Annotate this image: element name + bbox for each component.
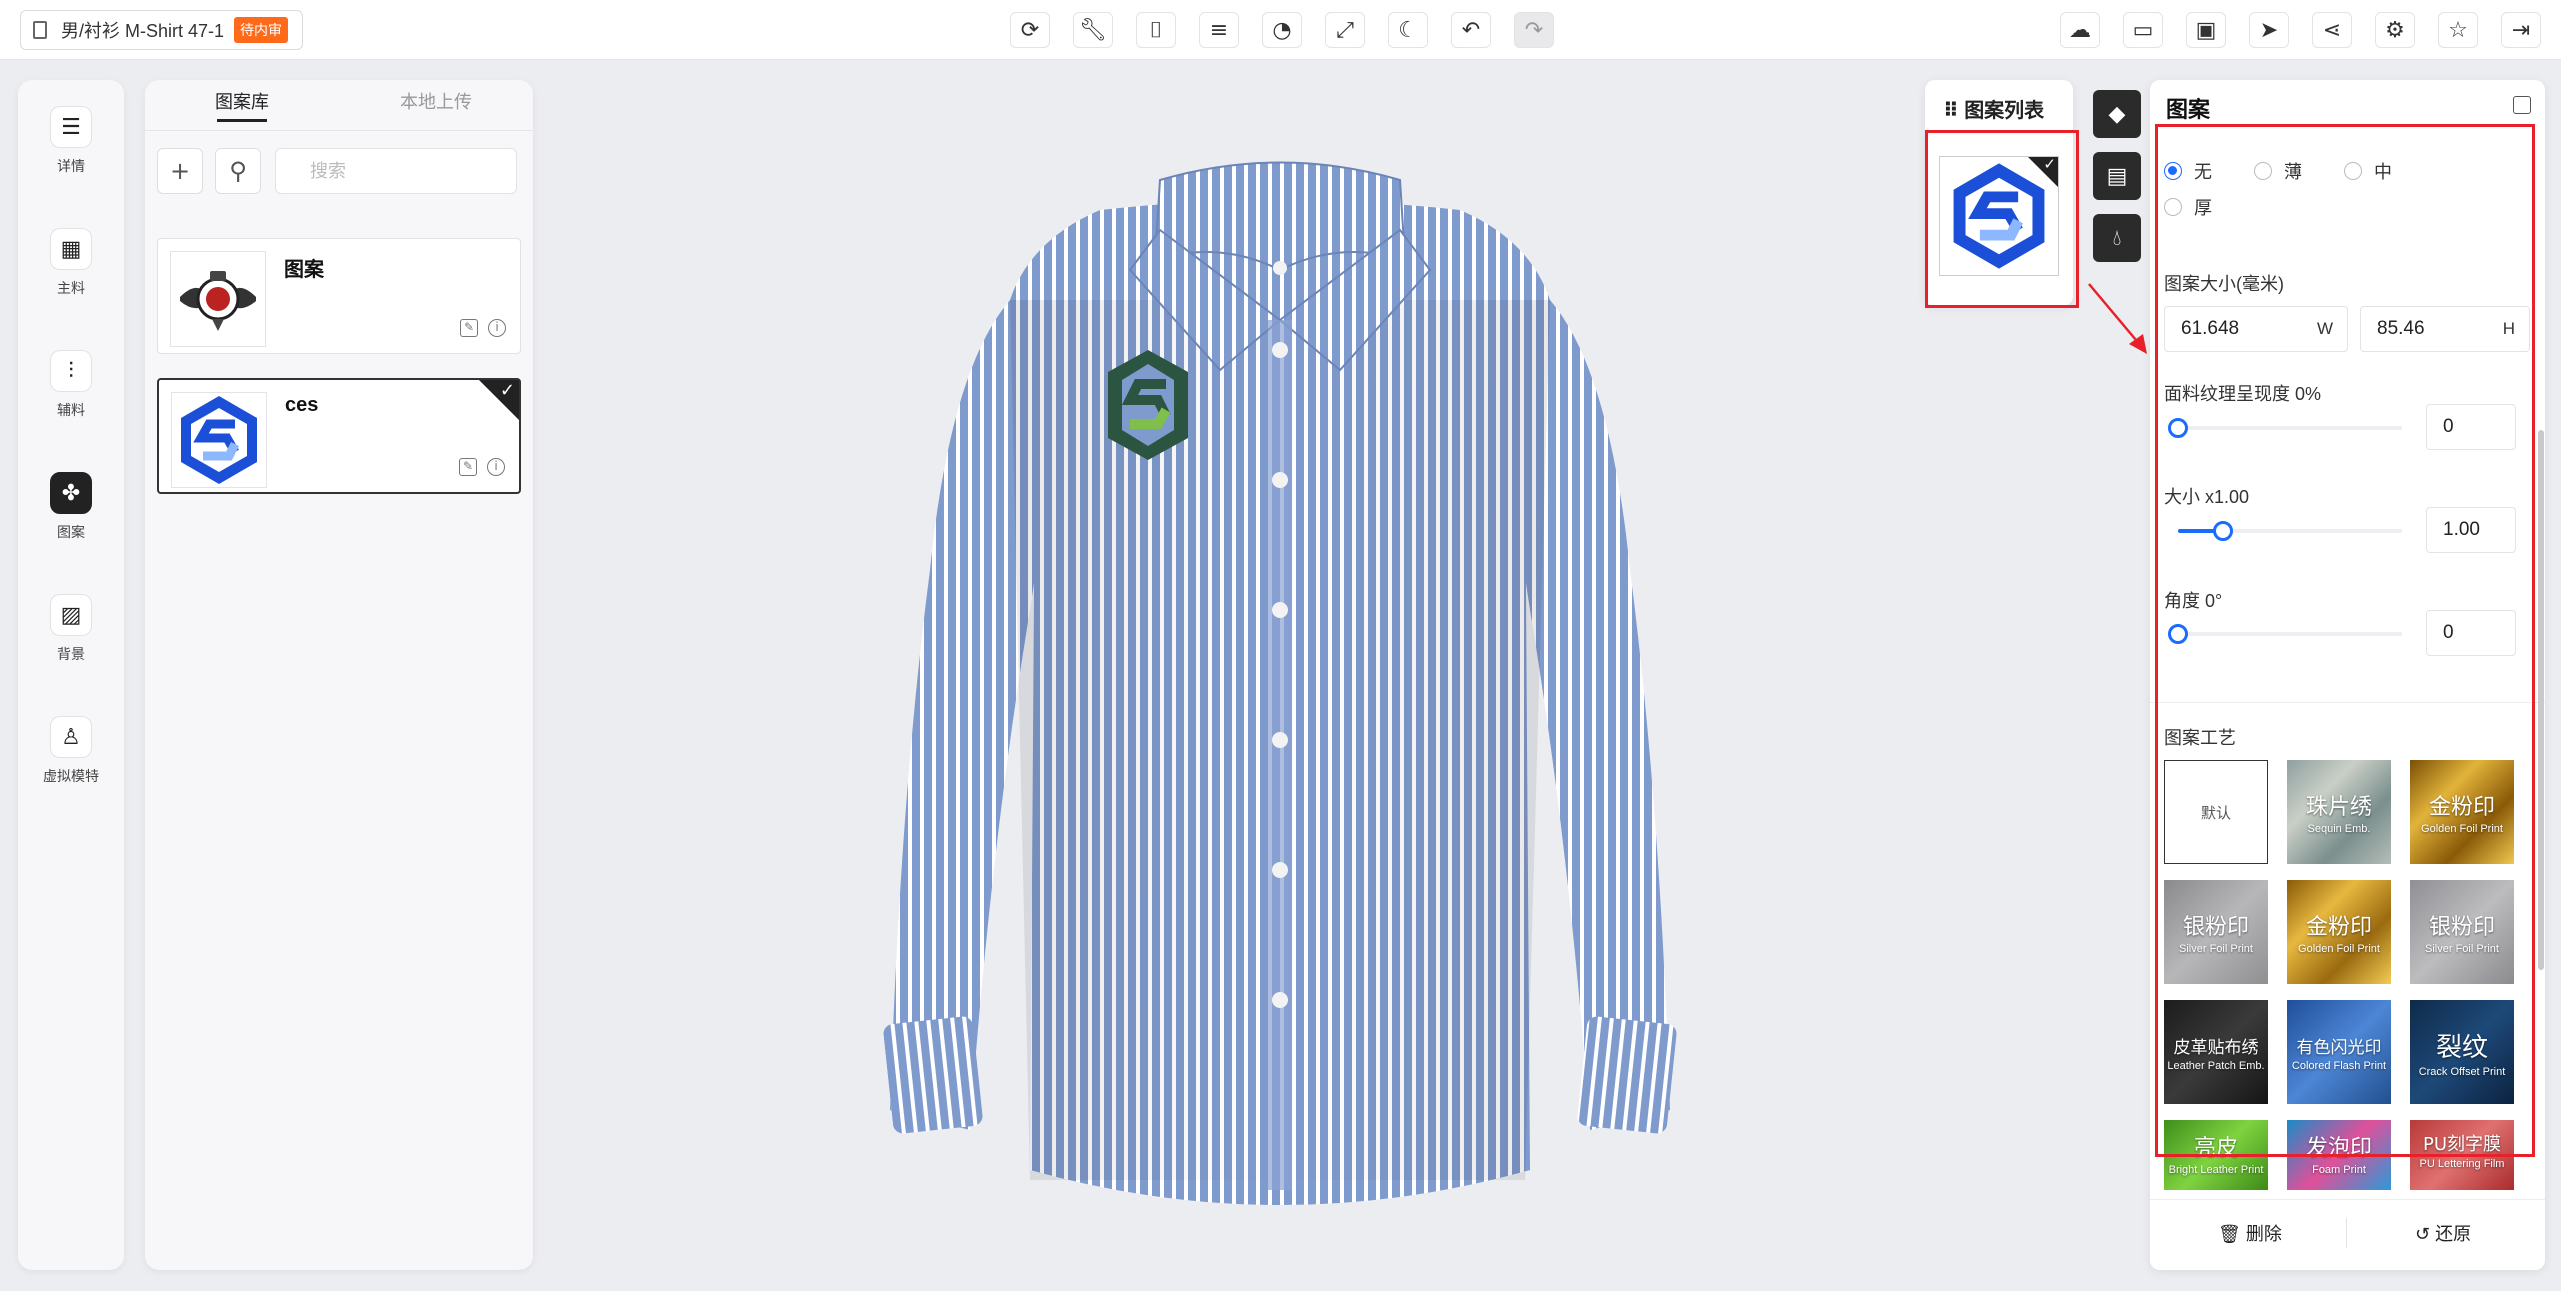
restore-button[interactable]: ↺ 还原 <box>2415 1220 2471 1246</box>
detail-icon: ☰ <box>50 106 92 148</box>
pattern-card[interactable]: 图案 ✎ i <box>157 238 521 354</box>
restore-label: 还原 <box>2435 1224 2472 1244</box>
info-icon[interactable]: i <box>488 319 506 337</box>
wrench-icon[interactable]: 🔧︎ <box>1073 12 1113 48</box>
exit-icon[interactable]: ⇥ <box>2501 12 2541 48</box>
restore-icon: ↺ <box>2415 1224 2431 1244</box>
pattern-card-selected[interactable]: ces ✎ i ✓ <box>157 378 521 494</box>
filter-icon[interactable]: ⚲ <box>215 148 261 194</box>
scrollbar[interactable] <box>2538 430 2544 970</box>
cloud-upload-icon[interactable]: ☁ <box>2060 12 2100 48</box>
background-icon: ▨ <box>50 594 92 636</box>
pattern-list-title: ⠿ 图案列表 <box>1943 94 2044 123</box>
document-title[interactable]: 男/衬衫 M-Shirt 47-1 待内审 <box>20 10 304 50</box>
fit-screen-icon[interactable]: ⤢ <box>1325 12 1365 48</box>
share-icon[interactable]: ⋖ <box>2312 12 2352 48</box>
tab-pattern-library[interactable]: 图案库 <box>145 80 339 128</box>
expand-icon[interactable] <box>2513 96 2531 114</box>
send-icon[interactable]: ➤ <box>2249 12 2289 48</box>
rail-item-label: 图案 <box>57 524 85 540</box>
pattern-thumbnail-emblem <box>170 251 266 347</box>
highlight-box <box>1925 130 2079 308</box>
craft-name-en: Foam Print <box>2312 1164 2366 1176</box>
document-title-text: 男/衬衫 M-Shirt 47-1 <box>61 21 225 41</box>
selected-check-icon: ✓ <box>479 380 519 420</box>
pattern-name: ces <box>285 394 319 416</box>
color-drop-icon[interactable]: 💧︎ <box>2093 214 2141 262</box>
rail-item-mannequin[interactable]: ♙ 虚拟模特 <box>18 690 124 800</box>
pattern-library-panel: 图案库 本地上传 + ⚲ 搜索 图案 ✎ i ces ✎ i ✓ <box>145 80 533 1270</box>
rail-item-fabric[interactable]: ▦ 主料 <box>18 202 124 312</box>
video-icon[interactable]: ▭ <box>2123 12 2163 48</box>
panel-title: 图案 <box>2166 97 2211 122</box>
mannequin-icon: ♙ <box>50 716 92 758</box>
info-icon[interactable]: i <box>487 458 505 476</box>
document-icon <box>33 21 47 39</box>
night-mode-icon[interactable]: ☾ <box>1388 12 1428 48</box>
save-icon[interactable]: ▤ <box>2093 152 2141 200</box>
search-input[interactable]: 搜索 <box>275 148 517 194</box>
trash-icon: 🗑︎ <box>2218 1224 2241 1244</box>
divider <box>2346 1218 2347 1248</box>
rail-item-label: 主料 <box>57 280 85 296</box>
rail-item-label: 详情 <box>57 158 85 174</box>
top-toolbar: 男/衬衫 M-Shirt 47-1 待内审 ⟳ 🔧︎ ⌷ ≡ ◔ ⤢ ☾ ↶ ↷… <box>0 0 2561 60</box>
divider <box>145 130 533 131</box>
zipper-icon: ⫶ <box>50 350 92 392</box>
craft-name-en: Bright Leather Print <box>2168 1164 2264 1176</box>
drag-handle-icon[interactable]: ⠿ <box>1943 100 1959 122</box>
annotation-arrow <box>2088 283 2147 354</box>
redo-icon[interactable]: ↷ <box>1514 12 1554 48</box>
edit-icon[interactable]: ✎ <box>460 319 478 337</box>
rail-item-pattern[interactable]: ✤ 图案 <box>18 446 124 556</box>
delete-label: 删除 <box>2245 1224 2282 1244</box>
left-nav-rail: ☰ 详情 ▦ 主料 ⫶ 辅料 ✤ 图案 ▨ 背景 ♙ 虚拟模特 <box>18 80 124 1270</box>
shirt-render <box>883 161 1677 1205</box>
pattern-thumbnail-s-logo <box>171 392 267 488</box>
tab-local-upload[interactable]: 本地上传 <box>339 80 533 128</box>
placed-pattern-logo <box>1108 350 1188 460</box>
rail-item-label: 虚拟模特 <box>43 768 99 784</box>
rail-item-detail[interactable]: ☰ 详情 <box>18 80 124 190</box>
fabric-grid-icon: ▦ <box>50 228 92 270</box>
pattern-name: 图案 <box>284 259 324 281</box>
eraser-icon[interactable]: ◆ <box>2093 90 2141 138</box>
package-icon[interactable]: ▣ <box>2186 12 2226 48</box>
star-icon[interactable]: ☆ <box>2438 12 2478 48</box>
pattern-list-title-text: 图案列表 <box>1964 100 2045 122</box>
undo-icon[interactable]: ↶ <box>1451 12 1491 48</box>
add-pattern-button[interactable]: + <box>157 148 203 194</box>
palette-icon[interactable]: ◔ <box>1262 12 1302 48</box>
settings-icon[interactable]: ⚙ <box>2375 12 2415 48</box>
delete-button[interactable]: 🗑︎ 删除 <box>2218 1220 2282 1246</box>
notes-icon[interactable]: ≡ <box>1199 12 1239 48</box>
edit-icon[interactable]: ✎ <box>459 458 477 476</box>
rail-item-label: 辅料 <box>57 402 85 418</box>
rail-item-background[interactable]: ▨ 背景 <box>18 568 124 678</box>
rotate-icon[interactable]: ⟳ <box>1010 12 1050 48</box>
panel-footer: 🗑︎ 删除 ↺ 还原 <box>2150 1199 2545 1270</box>
craft-name-en: PU Lettering Film <box>2419 1158 2505 1170</box>
rail-item-trims[interactable]: ⫶ 辅料 <box>18 324 124 434</box>
camera-icon[interactable]: ⌷ <box>1136 12 1176 48</box>
status-badge: 待内审 <box>234 17 289 43</box>
highlight-box <box>2155 124 2535 1157</box>
pattern-icon: ✤ <box>50 472 92 514</box>
garment-3d-viewport[interactable] <box>860 150 1700 1230</box>
rail-item-label: 背景 <box>57 646 85 662</box>
